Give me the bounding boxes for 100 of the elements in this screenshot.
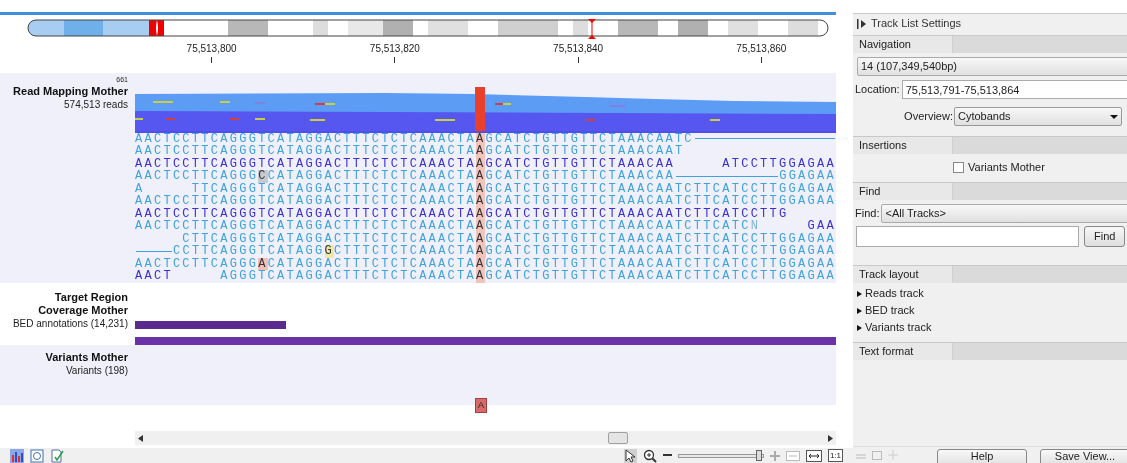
- track-title: Variants Mother: [44, 351, 128, 365]
- collapsed-arrow-icon[interactable]: [856, 307, 862, 314]
- base-sequence: AACTCCTTCAGGGTCATAGGACTTTCTCTCAAACTA: [135, 207, 476, 221]
- variant-marker[interactable]: A: [475, 398, 487, 414]
- section-header[interactable]: Insertions: [853, 137, 953, 154]
- base-sequence: GCATCTGTTGTTCTAAACAATCTTCATC: [485, 220, 751, 233]
- variant-base: A: [476, 170, 486, 183]
- arrow-right-icon[interactable]: [828, 434, 833, 442]
- zoom-slider[interactable]: [677, 453, 764, 458]
- variant-base: A: [475, 182, 486, 196]
- panel-button[interactable]: Help: [937, 449, 1027, 463]
- read-gap-line: [136, 250, 172, 252]
- zoom-in-icon[interactable]: [642, 448, 657, 463]
- variant-base: A: [475, 195, 486, 208]
- base-sequence: GAA: [806, 220, 836, 233]
- overview-label: Overview:: [904, 109, 953, 125]
- track-title: Read Mapping Mother: [12, 84, 128, 98]
- find-label: Find:: [855, 206, 880, 222]
- variant-base: A: [475, 207, 486, 221]
- base-sequence: GCATCTGTTGTTCTAAACAA ATCCTTGGAGAA: [485, 157, 836, 171]
- section-header[interactable]: Text format: [853, 343, 953, 360]
- position-label: 75,513,820: [369, 42, 420, 55]
- tree-item[interactable]: Variants track: [865, 319, 932, 336]
- slider-thumb[interactable]: [755, 449, 762, 461]
- document-check-icon[interactable]: [50, 448, 64, 463]
- panel-button[interactable]: Save View...: [1040, 449, 1127, 463]
- section-header[interactable]: Find: [853, 183, 953, 200]
- position-label: 75,513,840: [553, 42, 604, 55]
- pointer-icon[interactable]: [623, 448, 637, 463]
- base-sequence: CTTTCTCTCAAACTA: [334, 245, 477, 258]
- base-sequence: GCATCTGTTGTTCTAAACAAT: [485, 145, 685, 158]
- base-sequence: CATAGGACTTTCTCTCAAACTA: [267, 170, 476, 183]
- caret-icon: [1110, 114, 1118, 119]
- track-scope-dropdown[interactable]: <All Tracks>: [881, 204, 1127, 223]
- variant-base: A: [475, 157, 486, 171]
- base-sequence: AACT: [135, 270, 173, 283]
- base-sequence: GCATCTGTTGTTCTAAACAATC: [485, 132, 694, 146]
- mismatch-base: A: [258, 257, 268, 271]
- track-subtitle: Variants (198): [64, 364, 128, 378]
- tick-mark: [577, 56, 579, 63]
- overview-dropdown[interactable]: Cytobands: [954, 107, 1122, 126]
- base-sequence: GCATCTGTTGTTCTAAACAATCTTCATCCTTGGAGAA: [485, 182, 836, 196]
- base-sequence: AACTCCTTCAGGGTCATAGGACTTTCTCTCAAACTA: [135, 145, 476, 158]
- zoom-ratio-button[interactable]: 1:1: [827, 449, 843, 463]
- variant-base: A: [476, 245, 486, 258]
- base-sequence: GCATCTGTTGTTCTAAACAATCTTCATCCTTGGAGAA: [485, 232, 836, 246]
- base-sequence: AACTCCTTCAGGGTCATAGGACTTTCTCTCAAACTA: [135, 220, 476, 233]
- tree-item[interactable]: Reads track: [865, 285, 924, 302]
- panel-title: Track List Settings: [871, 16, 962, 32]
- variant-base: A: [475, 270, 486, 283]
- base-sequence: CTTCAGGGTCATAGGACTTTCTCTCAAACTA: [182, 232, 476, 246]
- base-sequence: AACTCCTTCAGGG: [135, 170, 259, 183]
- checkbox-label: Variants Mother: [968, 159, 1045, 175]
- variant-base: A: [475, 132, 486, 146]
- variant-base: A: [475, 220, 486, 233]
- base-sequence: GCATCTGTTGTTCTAAACAA: [485, 170, 675, 183]
- collapsed-arrow-icon[interactable]: [856, 290, 862, 297]
- base-sequence: GCATCTGTTGTTCTAAACAATCTTCATCCTTG: [485, 207, 789, 221]
- zoom-out-icon[interactable]: [662, 454, 672, 458]
- base-sequence: GCATCTGTTGTTCTAAACAATCTTCATCCTTGGAGAA: [485, 270, 836, 283]
- checkbox[interactable]: [953, 161, 964, 173]
- track-subtitle: 574,513 reads: [63, 97, 128, 111]
- find-button[interactable]: Find: [1084, 226, 1126, 247]
- position-label: 75,513,860: [736, 42, 787, 55]
- collapsed-arrow-icon[interactable]: [856, 324, 862, 331]
- search-field[interactable]: [856, 226, 1079, 247]
- base-sequence: GCATCTGTTGTTCTAAACAATCTTCATCCTTGGAGAA: [485, 257, 836, 271]
- base-sequence: A TTCAGGGTCATAGGACTTTCTCTCAAACTA: [135, 182, 476, 196]
- chromosome-dropdown[interactable]: 14 (107,349,540bp): [857, 57, 1127, 76]
- section-header[interactable]: Navigation: [853, 36, 953, 53]
- horizontal-scrollbar[interactable]: [135, 431, 836, 446]
- base-sequence: AACTCCTTCAGGGTCATAGGACTTTCTCTCAAACTA: [135, 195, 476, 208]
- mismatch-base: C: [258, 170, 268, 183]
- position-marker[interactable]: [588, 18, 596, 39]
- base-sequence: AACTCCTTCAGGGTCATAGGACTTTCTCTCAAACTA: [135, 157, 476, 171]
- base-sequence: CATAGGACTTTCTCTCAAACTA: [267, 257, 476, 271]
- base-sequence: CCTTCAGGGTCATAGG: [172, 245, 325, 258]
- mismatch-base: G: [324, 245, 334, 258]
- bar-chart-icon[interactable]: [10, 448, 24, 463]
- track-title: Target Region Coverage Mother: [37, 291, 128, 318]
- position-label: 75,513,800: [186, 42, 237, 55]
- tree-item[interactable]: BED track: [865, 302, 915, 319]
- track-subtitle: BED annotations (14,231): [11, 317, 128, 331]
- base-sequence: AACTCCTTCAGGGTCATAGGACTTTCTCTCAAACTA: [135, 132, 476, 146]
- tick-mark: [211, 56, 213, 63]
- variant-base: A: [476, 257, 486, 271]
- base-sequence: N: [750, 220, 761, 233]
- location-label: Location:: [855, 82, 900, 98]
- collapse-panel-icon[interactable]: [857, 18, 866, 29]
- base-sequence: GGAGAA: [779, 170, 836, 183]
- base-sequence: AGGGTCATAGGACTTTCTCTCAAACTA: [219, 270, 476, 283]
- arrow-left-icon[interactable]: [138, 434, 143, 442]
- scrollbar-thumb[interactable]: [608, 432, 628, 445]
- circle-view-icon[interactable]: [30, 448, 44, 463]
- base-sequence: GCATCTGTTGTTCTAAACAATCTTCATCCTTGGAGAA: [485, 195, 836, 208]
- variant-base: A: [475, 145, 486, 158]
- variant-base: A: [475, 232, 486, 246]
- section-header[interactable]: Track layout: [853, 266, 953, 283]
- fit-width-icon[interactable]: [805, 449, 822, 462]
- location-field[interactable]: 75,513,791-75,513,864: [901, 80, 1127, 99]
